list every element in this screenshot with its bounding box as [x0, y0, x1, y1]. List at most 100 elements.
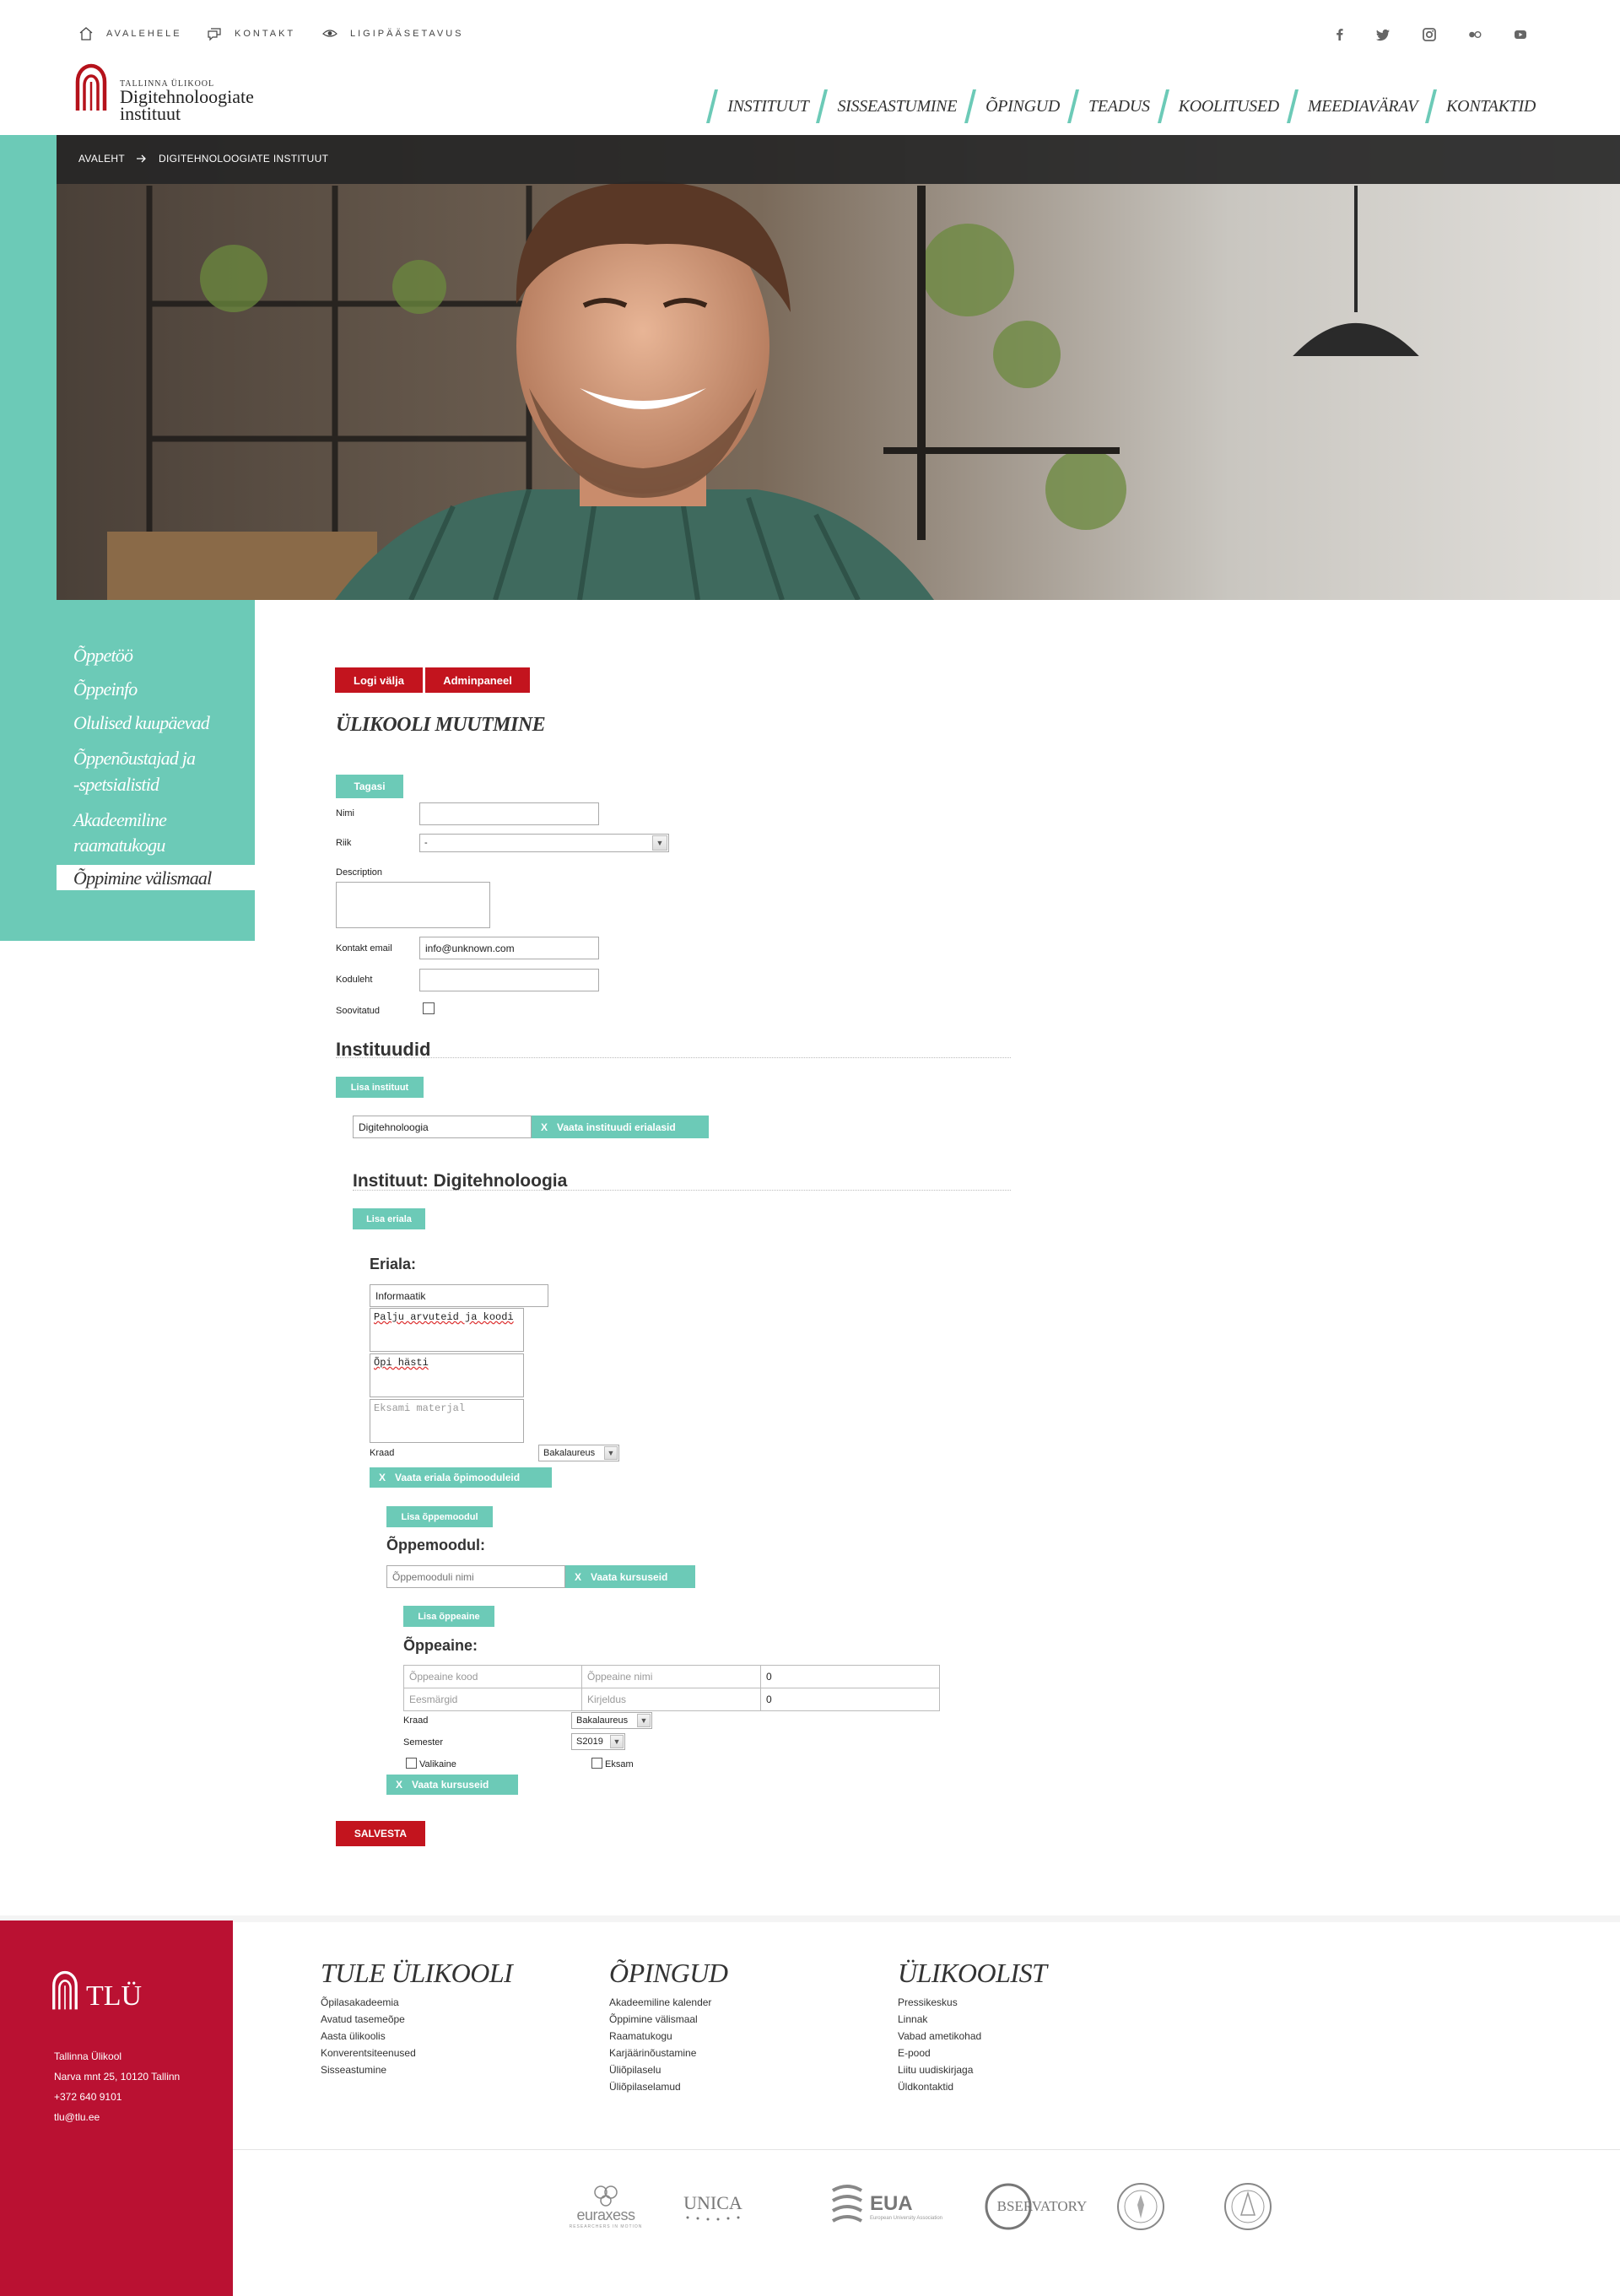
footer-link[interactable]: E-pood: [898, 2047, 931, 2059]
flickr-icon[interactable]: [1466, 26, 1483, 43]
subject-credits-input[interactable]: 0: [760, 1665, 940, 1688]
logo-title-line2: instituut: [120, 103, 181, 124]
specialty-degree-select[interactable]: Bakalaureus ▼: [538, 1445, 619, 1461]
homepage-input[interactable]: [419, 969, 599, 991]
sidebar-item-oppetoo[interactable]: Õppetöö: [73, 643, 133, 668]
save-button[interactable]: SALVESTA: [336, 1821, 425, 1846]
footer-link[interactable]: Aasta ülikoolis: [321, 2030, 386, 2042]
footer-col-title: ÜLIKOOLIST: [898, 1958, 1047, 1988]
nav-divider: [1286, 89, 1299, 123]
footer-link[interactable]: Avatud tasemeõpe: [321, 2013, 405, 2025]
footer-link[interactable]: Üliõpilaselamud: [609, 2081, 681, 2093]
accessibility-link[interactable]: LIGIPÄÄSETAVUS: [321, 25, 464, 42]
footer-separator: [0, 1915, 1620, 1922]
partner-euraxess-logo[interactable]: euraxess RESEARCHERS IN MOTION: [564, 2181, 648, 2232]
footer-link[interactable]: Õppimine välismaal: [609, 2013, 698, 2025]
contact-link[interactable]: KONTAKT: [206, 25, 295, 42]
subject-goals-input[interactable]: Eesmärgid: [403, 1688, 582, 1711]
footer-logo-text: TLÜ: [86, 1980, 143, 2012]
footer-link[interactable]: Sisseastumine: [321, 2064, 386, 2076]
sidebar-item-akadeemiline[interactable]: Akadeemiline: [73, 808, 167, 833]
add-institute-button[interactable]: Lisa instituut: [336, 1077, 424, 1098]
twitter-icon[interactable]: [1374, 26, 1391, 43]
nav-label: ÕPINGUD: [986, 96, 1061, 116]
subject-code-input[interactable]: Õppeaine kood: [403, 1665, 582, 1688]
sidebar-item-oppenoustajad[interactable]: Õppenõustajad ja: [73, 746, 196, 771]
admin-panel-button[interactable]: Adminpaneel: [425, 667, 530, 693]
name-input[interactable]: [419, 802, 599, 825]
exam-material-textarea[interactable]: Eksami materjal: [370, 1399, 524, 1443]
nav-koolitused[interactable]: KOOLITUSED: [1150, 89, 1279, 123]
partner-accreditation-seal-logo[interactable]: [1221, 2181, 1275, 2232]
site-logo[interactable]: TALLINNA ÜLIKOOL Digitehnoloogiate insti…: [74, 63, 254, 124]
email-input[interactable]: [419, 937, 599, 959]
footer-link[interactable]: Üliõpilaselu: [609, 2064, 661, 2076]
sidebar-item-oppeinfo[interactable]: Õppeinfo: [73, 677, 138, 702]
youtube-icon[interactable]: [1512, 26, 1529, 43]
sidebar-item-olulised-kuupaevad[interactable]: Olulised kuupäevad: [73, 710, 210, 736]
sidebar-item-raamatukogu[interactable]: raamatukogu: [73, 833, 165, 858]
footer-link[interactable]: Õpilasakadeemia: [321, 1996, 399, 2008]
breadcrumb-home[interactable]: AVALEHT: [78, 153, 125, 165]
specialty-goal-textarea[interactable]: Õpi hästi: [370, 1353, 524, 1397]
sidebar-item-oppimine-valismaal[interactable]: Õppimine välismaal: [73, 866, 212, 891]
partner-observatory-logo[interactable]: BSERVATORY: [977, 2181, 1094, 2232]
home-link[interactable]: AVALEHELE: [78, 25, 182, 42]
add-subject-button[interactable]: Lisa õppeaine: [403, 1606, 494, 1627]
subject-degree-value: Bakalaureus: [576, 1715, 629, 1726]
recommended-checkbox[interactable]: [423, 1002, 435, 1014]
nav-instituut[interactable]: INSTITUUT: [699, 89, 809, 123]
add-module-button[interactable]: Lisa õppemoodul: [386, 1506, 493, 1527]
view-modules-button[interactable]: X Vaata eriala õpimooduleid: [370, 1467, 552, 1488]
nav-teadus[interactable]: TEADUS: [1060, 89, 1150, 123]
main-navigation: INSTITUUT SISSEASTUMINE ÕPINGUD TEADUS K…: [699, 89, 1536, 123]
elective-checkbox[interactable]: [406, 1758, 417, 1769]
add-specialty-button[interactable]: Lisa eriala: [353, 1208, 425, 1229]
footer-link[interactable]: Üldkontaktid: [898, 2081, 953, 2093]
specialty-name-input[interactable]: [370, 1284, 548, 1307]
footer-phone[interactable]: +372 640 9101: [54, 2091, 122, 2103]
euraxess-mark-icon: [594, 2185, 618, 2207]
instagram-icon[interactable]: [1421, 26, 1438, 43]
footer-link[interactable]: Linnak: [898, 2013, 927, 2025]
footer-link[interactable]: Konverentsiteenused: [321, 2047, 416, 2059]
footer-logo[interactable]: TLÜ: [51, 1970, 142, 2011]
euraxess-text: euraxess: [576, 2206, 635, 2223]
specialty-description-textarea[interactable]: Palju arvuteid ja koodi: [370, 1308, 524, 1352]
view-courses-button[interactable]: X Vaata kursuseid: [565, 1565, 695, 1588]
subject-degree-select[interactable]: Bakalaureus ▼: [571, 1712, 652, 1729]
footer-link[interactable]: Vabad ametikohad: [898, 2030, 981, 2042]
description-textarea[interactable]: [336, 882, 490, 928]
view-specialties-button[interactable]: X Vaata instituudi erialasid: [532, 1116, 709, 1138]
footer-link[interactable]: Akadeemiline kalender: [609, 1996, 711, 2008]
logout-button[interactable]: Logi välja: [335, 667, 423, 693]
footer-link[interactable]: Liitu uudiskirjaga: [898, 2064, 973, 2076]
breadcrumb-current[interactable]: DIGITEHNOLOOGIATE INSTITUUT: [159, 153, 328, 165]
nav-opingud[interactable]: ÕPINGUD: [957, 89, 1060, 123]
nav-sisseastumine[interactable]: SISSEASTUMINE: [808, 89, 957, 123]
nav-meediavarav[interactable]: MEEDIAVÄRAV: [1279, 89, 1418, 123]
footer-link[interactable]: Raamatukogu: [609, 2030, 672, 2042]
facebook-icon[interactable]: [1331, 26, 1348, 43]
sidebar-item-oppenoustajad-line2[interactable]: -spetsialistid: [73, 772, 159, 797]
module-name-input[interactable]: [386, 1565, 565, 1588]
partner-eua-logo[interactable]: EUA European University Association: [814, 2181, 958, 2232]
subject-name-input[interactable]: Õppeaine nimi: [581, 1665, 761, 1688]
country-select[interactable]: - ▼: [419, 834, 669, 852]
nav-divider: [816, 89, 829, 123]
subject-description-input[interactable]: Kirjeldus: [581, 1688, 761, 1711]
homepage-label: Koduleht: [336, 975, 373, 985]
semester-select[interactable]: S2019 ▼: [571, 1733, 625, 1750]
view-subject-courses-button[interactable]: X Vaata kursuseid: [386, 1775, 518, 1795]
subject-credits2-input[interactable]: 0: [760, 1688, 940, 1711]
back-button[interactable]: Tagasi: [336, 775, 403, 798]
footer-link[interactable]: Karjäärinõustamine: [609, 2047, 696, 2059]
exam-checkbox[interactable]: [591, 1758, 602, 1769]
partner-unica-logo[interactable]: UNICA: [675, 2181, 751, 2232]
footer-link[interactable]: Pressikeskus: [898, 1996, 958, 2008]
footer-email[interactable]: tlu@tlu.ee: [54, 2111, 100, 2123]
name-label: Nimi: [336, 808, 354, 818]
nav-kontaktid[interactable]: KONTAKTID: [1418, 89, 1536, 123]
institute-name-input[interactable]: [353, 1116, 532, 1138]
partner-seal-logo[interactable]: [1114, 2181, 1168, 2232]
